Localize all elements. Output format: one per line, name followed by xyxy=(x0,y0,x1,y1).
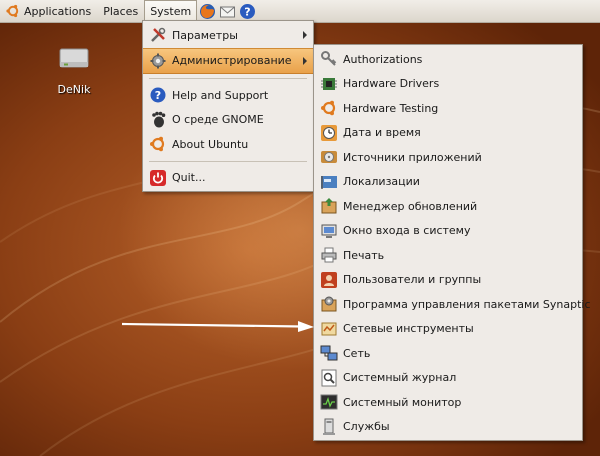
parameters-icon xyxy=(149,26,167,44)
menu-item-label: Сетевые инструменты xyxy=(343,322,474,336)
menu-item-label: Пользователи и группы xyxy=(343,273,482,287)
menu-item-label: Печать xyxy=(343,248,385,262)
administration-submenu: Authorizations Hardware Drivers Hardware… xyxy=(313,44,591,441)
menu-item-label: Параметры xyxy=(172,28,238,42)
menu-item-label: Authorizations xyxy=(343,52,423,66)
administration-icon xyxy=(149,52,167,70)
menu-item-parameters[interactable]: Параметры xyxy=(143,23,313,48)
menu-item-label: Источники приложений xyxy=(343,150,482,164)
help-icon: ? xyxy=(149,86,167,104)
menu-item-label: Системный монитор xyxy=(343,395,462,409)
network-tools-icon xyxy=(320,320,338,338)
menu-item-label: Программа управления пакетами Synaptic xyxy=(343,297,591,311)
menu-item-label: Hardware Drivers xyxy=(343,77,440,91)
system-menu-button[interactable]: System xyxy=(144,0,198,22)
menu-separator xyxy=(149,78,307,79)
help-launcher[interactable]: ? xyxy=(238,2,256,20)
menu-item-date-time[interactable]: Дата и время xyxy=(314,121,582,146)
menu-item-printing[interactable]: Печать xyxy=(314,243,582,268)
menu-item-label: Службы xyxy=(343,420,390,434)
submenu-arrow-icon xyxy=(303,31,307,39)
menu-item-administration[interactable]: Администрирование xyxy=(143,47,313,74)
menu-item-network[interactable]: Сеть xyxy=(314,341,582,366)
applications-menu[interactable]: Applications xyxy=(0,0,97,22)
places-menu[interactable]: Places xyxy=(97,0,144,22)
desktop-icon-label: DeNik xyxy=(57,83,91,96)
menu-item-localization[interactable]: Локализации xyxy=(314,170,582,195)
applications-label: Applications xyxy=(24,4,92,18)
menu-item-synaptic[interactable]: Программа управления пакетами Synaptic xyxy=(314,292,591,317)
keys-icon xyxy=(320,50,338,68)
users-icon xyxy=(320,271,338,289)
menu-item-label: Локализации xyxy=(343,175,420,189)
help-icon: ? xyxy=(239,3,255,19)
menu-item-label: Quit... xyxy=(172,171,206,185)
menu-item-label: Сеть xyxy=(343,346,371,360)
svg-text:?: ? xyxy=(244,5,250,18)
update-manager-icon xyxy=(320,197,338,215)
system-log-icon xyxy=(320,369,338,387)
menu-item-about-ubuntu[interactable]: About Ubuntu xyxy=(143,132,313,157)
menu-item-label: About Ubuntu xyxy=(172,137,249,151)
menu-item-help[interactable]: ? Help and Support xyxy=(143,83,313,108)
menu-item-login-window[interactable]: Окно входа в систему xyxy=(314,219,582,244)
ubuntu-logo-icon xyxy=(6,4,19,18)
submenu-arrow-icon xyxy=(303,56,307,65)
menu-item-label: Дата и время xyxy=(343,126,421,140)
annotation-arrow-icon xyxy=(121,321,314,332)
menu-item-quit[interactable]: Quit... xyxy=(143,166,313,191)
menu-item-label: Менеджер обновлений xyxy=(343,199,478,213)
menu-item-users-groups[interactable]: Пользователи и группы xyxy=(314,268,582,293)
login-window-icon xyxy=(320,222,338,240)
localization-icon xyxy=(320,173,338,191)
synaptic-icon xyxy=(320,295,338,313)
network-icon xyxy=(320,344,338,362)
system-label: System xyxy=(150,5,192,18)
firefox-icon xyxy=(199,3,215,19)
menu-item-label: Системный журнал xyxy=(343,371,457,385)
hardware-testing-icon xyxy=(320,99,338,117)
firefox-launcher[interactable] xyxy=(198,2,216,20)
services-icon xyxy=(320,418,338,436)
menu-item-label: О среде GNOME xyxy=(172,113,264,127)
menu-item-label: Администрирование xyxy=(172,54,292,68)
menu-item-software-sources[interactable]: Источники приложений xyxy=(314,145,582,170)
menu-item-label: Hardware Testing xyxy=(343,101,439,115)
svg-text:?: ? xyxy=(155,89,161,102)
menu-item-hardware-testing[interactable]: Hardware Testing xyxy=(314,96,582,121)
envelope-icon xyxy=(219,6,235,17)
menu-item-system-monitor[interactable]: Системный монитор xyxy=(314,390,582,415)
ubuntu-icon xyxy=(149,135,167,153)
menu-separator xyxy=(149,160,307,162)
places-label: Places xyxy=(103,4,139,18)
software-sources-icon xyxy=(320,148,338,166)
menu-item-services[interactable]: Службы xyxy=(314,415,582,440)
menu-item-system-log[interactable]: Системный журнал xyxy=(314,366,582,391)
menu-item-about-gnome[interactable]: О среде GNOME xyxy=(143,108,313,133)
menu-item-label: Help and Support xyxy=(172,88,269,102)
system-monitor-icon xyxy=(320,393,338,411)
email-launcher[interactable] xyxy=(218,2,236,20)
clock-icon xyxy=(320,124,338,142)
gnome-icon xyxy=(149,111,167,129)
menu-item-authorizations[interactable]: Authorizations xyxy=(314,47,582,72)
system-menu: Параметры Администрирование ? Help and S… xyxy=(142,20,314,192)
printer-icon xyxy=(320,246,338,264)
menu-item-hardware-drivers[interactable]: Hardware Drivers xyxy=(314,72,582,97)
menu-item-label: Окно входа в систему xyxy=(343,224,471,238)
hardware-drivers-icon xyxy=(320,75,338,93)
menu-item-network-tools[interactable]: Сетевые инструменты xyxy=(314,317,582,342)
menu-item-update-manager[interactable]: Менеджер обновлений xyxy=(314,194,582,219)
desktop-icon-denik[interactable]: DeNik xyxy=(52,40,96,96)
drive-icon xyxy=(59,48,89,68)
quit-icon xyxy=(149,169,167,187)
